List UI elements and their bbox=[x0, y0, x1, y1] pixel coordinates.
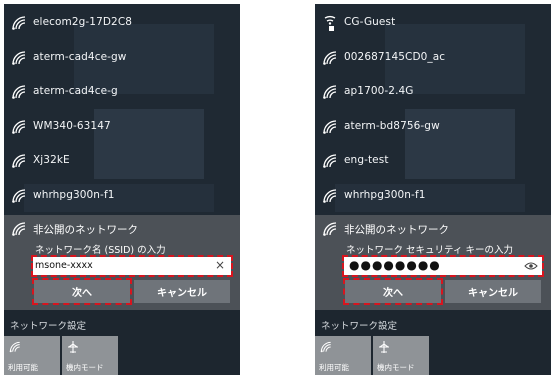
network-name: WM340-63147 bbox=[33, 120, 111, 132]
wifi-flyout-right: CG-Guest 002687145CD0_ac ap1700-2.4G ate… bbox=[315, 4, 551, 375]
clear-icon[interactable]: × bbox=[215, 258, 225, 272]
airplane-icon bbox=[379, 341, 389, 353]
network-item[interactable]: ap1700-2.4G bbox=[315, 75, 551, 109]
wifi-icon bbox=[9, 341, 20, 353]
network-item[interactable]: aterm-cad4ce-g bbox=[4, 75, 240, 109]
network-settings-link[interactable]: ネットワーク設定 bbox=[321, 318, 397, 332]
airplane-mode-tile[interactable]: 機内モード bbox=[62, 336, 118, 375]
security-key-prompt: ネットワーク セキュリティ キーの入力 bbox=[346, 245, 513, 256]
network-name: aterm-cad4ce-gw bbox=[33, 51, 127, 63]
password-mask: ●●●●●●●● bbox=[349, 258, 441, 272]
ssid-input-value: msone-xxxx bbox=[35, 260, 93, 271]
tile-label: 機内モード bbox=[377, 363, 415, 372]
tile-label: 利用可能 bbox=[8, 363, 38, 372]
network-item[interactable]: eng-test bbox=[315, 144, 551, 178]
wifi-flyout-left: elecom2g-17D2C8 aterm-cad4ce-gw aterm-ca… bbox=[4, 4, 240, 375]
ssid-input[interactable]: msone-xxxx × bbox=[31, 255, 233, 277]
hidden-network-item[interactable]: 非公開のネットワーク ネットワーク セキュリティ キーの入力 ●●●●●●●● … bbox=[315, 215, 551, 310]
wifi-icon bbox=[323, 85, 337, 99]
network-name: aterm-bd8756-gw bbox=[344, 120, 440, 132]
security-key-input[interactable]: ●●●●●●●● bbox=[342, 255, 544, 277]
network-item[interactable]: WM340-63147 bbox=[4, 110, 240, 144]
next-button[interactable]: 次へ bbox=[32, 278, 132, 305]
network-item[interactable]: 002687145CD0_ac bbox=[315, 41, 551, 75]
airplane-mode-tile[interactable]: 機内モード bbox=[373, 336, 429, 375]
network-item[interactable]: aterm-bd8756-gw bbox=[315, 110, 551, 144]
wifi-icon bbox=[12, 16, 26, 30]
tile-label: 機内モード bbox=[66, 363, 104, 372]
hidden-network-item[interactable]: 非公開のネットワーク ネットワーク名 (SSID) の入力 msone-xxxx… bbox=[4, 215, 240, 310]
wifi-toggle-tile[interactable]: 利用可能 bbox=[4, 336, 60, 375]
wifi-icon bbox=[320, 341, 331, 353]
network-item[interactable]: whrhpg300n-f1 bbox=[315, 179, 551, 213]
network-name: Xj32kE bbox=[33, 154, 70, 166]
network-item[interactable]: Xj32kE bbox=[4, 144, 240, 178]
cancel-button[interactable]: キャンセル bbox=[134, 280, 230, 303]
wifi-icon bbox=[323, 51, 337, 65]
network-item[interactable]: whrhpg300n-f1 bbox=[4, 179, 240, 213]
quick-actions: ネットワーク設定 利用可能 機内モード bbox=[315, 310, 551, 375]
hidden-network-title: 非公開のネットワーク bbox=[344, 224, 449, 236]
wifi-icon bbox=[12, 222, 26, 236]
network-name: elecom2g-17D2C8 bbox=[33, 16, 133, 28]
wifi-icon bbox=[323, 189, 337, 203]
wifi-icon bbox=[12, 120, 26, 134]
network-settings-link[interactable]: ネットワーク設定 bbox=[10, 318, 86, 332]
network-name: CG-Guest bbox=[344, 16, 396, 28]
network-item[interactable]: elecom2g-17D2C8 bbox=[4, 6, 240, 40]
network-name: whrhpg300n-f1 bbox=[33, 189, 115, 201]
wifi-icon bbox=[12, 189, 26, 203]
reveal-password-icon[interactable] bbox=[524, 261, 538, 271]
wifi-icon bbox=[323, 222, 337, 236]
ssid-prompt: ネットワーク名 (SSID) の入力 bbox=[35, 245, 166, 256]
hidden-network-title: 非公開のネットワーク bbox=[33, 224, 138, 236]
cancel-button[interactable]: キャンセル bbox=[445, 280, 541, 303]
wifi-icon bbox=[323, 154, 337, 168]
wifi-icon bbox=[12, 154, 26, 168]
network-name: whrhpg300n-f1 bbox=[344, 189, 426, 201]
wifi-icon bbox=[12, 51, 26, 65]
wifi-secured-icon bbox=[324, 16, 336, 31]
network-name: eng-test bbox=[344, 154, 389, 166]
wifi-icon bbox=[12, 85, 26, 99]
wifi-icon bbox=[323, 120, 337, 134]
network-name: aterm-cad4ce-g bbox=[33, 85, 118, 97]
next-button[interactable]: 次へ bbox=[343, 278, 443, 305]
network-name: 002687145CD0_ac bbox=[344, 51, 446, 63]
network-item[interactable]: aterm-cad4ce-gw bbox=[4, 41, 240, 75]
quick-actions: ネットワーク設定 利用可能 機内モード bbox=[4, 310, 240, 375]
wifi-toggle-tile[interactable]: 利用可能 bbox=[315, 336, 371, 375]
network-item[interactable]: CG-Guest bbox=[315, 6, 551, 40]
airplane-icon bbox=[68, 341, 78, 353]
network-name: ap1700-2.4G bbox=[344, 85, 414, 97]
tile-label: 利用可能 bbox=[319, 363, 349, 372]
